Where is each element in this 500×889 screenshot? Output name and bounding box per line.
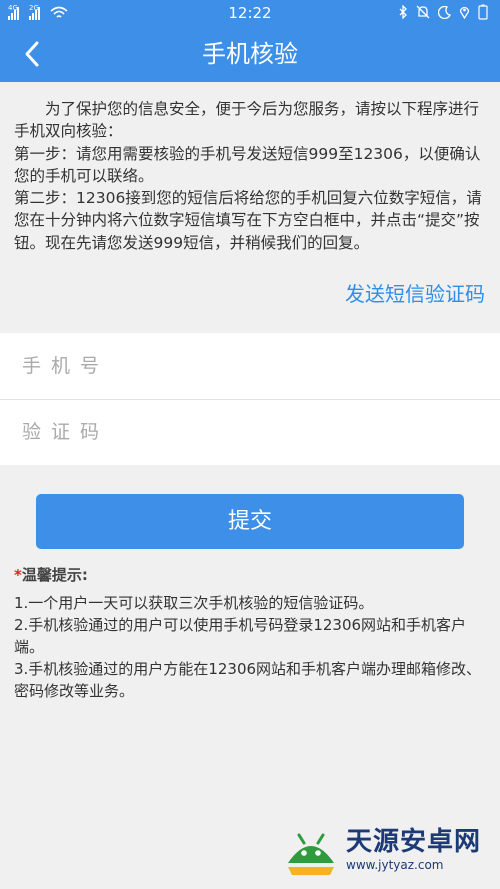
intro-text: 为了保护您的信息安全，便于今后为您服务，请按以下程序进行手机双向核验： 第一步：… xyxy=(14,98,488,254)
status-bar: 4G 2G 12:22 xyxy=(0,0,500,26)
tips-heading: *温馨提示: xyxy=(14,564,88,585)
battery-icon xyxy=(478,4,488,20)
watermark-text: 天源安卓网 www.jytyaz.com xyxy=(346,827,481,873)
intro-paragraph: 为了保护您的信息安全，便于今后为您服务，请按以下程序进行手机双向核验： xyxy=(14,100,480,141)
send-sms-code-link[interactable]: 发送短信验证码 xyxy=(345,278,485,307)
verification-code-input[interactable] xyxy=(0,399,482,465)
verification-form xyxy=(0,333,500,465)
top-bar: 4G 2G 12:22 手机核验 xyxy=(0,0,500,82)
intro-step2: 第二步：12306接到您的短信后将给您的手机回复六位数字短信，请您在十分钟内将六… xyxy=(14,189,482,252)
status-right xyxy=(398,4,488,20)
phone-number-input[interactable] xyxy=(0,333,482,399)
tips-list: 1.一个用户一天可以获取三次手机核验的短信验证码。 2.手机核验通过的用户可以使… xyxy=(14,592,488,702)
tips-title: 温馨提示: xyxy=(21,566,88,584)
tip-item: 3.手机核验通过的用户方能在12306网站和手机客户端办理邮箱修改、密码修改等业… xyxy=(14,660,482,700)
page-title: 手机核验 xyxy=(202,40,298,68)
code-field-row xyxy=(0,399,500,465)
site-watermark: 天源安卓网 www.jytyaz.com xyxy=(282,819,492,881)
tip-item: 1.一个用户一天可以获取三次手机核验的短信验证码。 xyxy=(14,594,374,612)
watermark-name: 天源安卓网 xyxy=(346,827,482,857)
location-icon xyxy=(459,6,470,19)
alarm-off-icon xyxy=(416,5,430,19)
intro-step1: 第一步：请您用需要核验的手机号发送短信999至12306，以便确认您的手机可以联… xyxy=(14,144,481,185)
required-star: * xyxy=(14,566,22,584)
submit-button[interactable]: 提交 xyxy=(36,494,464,549)
moon-icon xyxy=(438,5,451,19)
watermark-url: www.jytyaz.com xyxy=(346,858,444,872)
android-logo-icon xyxy=(288,833,334,875)
bluetooth-icon xyxy=(399,5,407,19)
tip-item: 2.手机核验通过的用户可以使用手机号码登录12306网站和手机客户端。 xyxy=(14,616,467,656)
phone-field-row xyxy=(0,333,500,399)
